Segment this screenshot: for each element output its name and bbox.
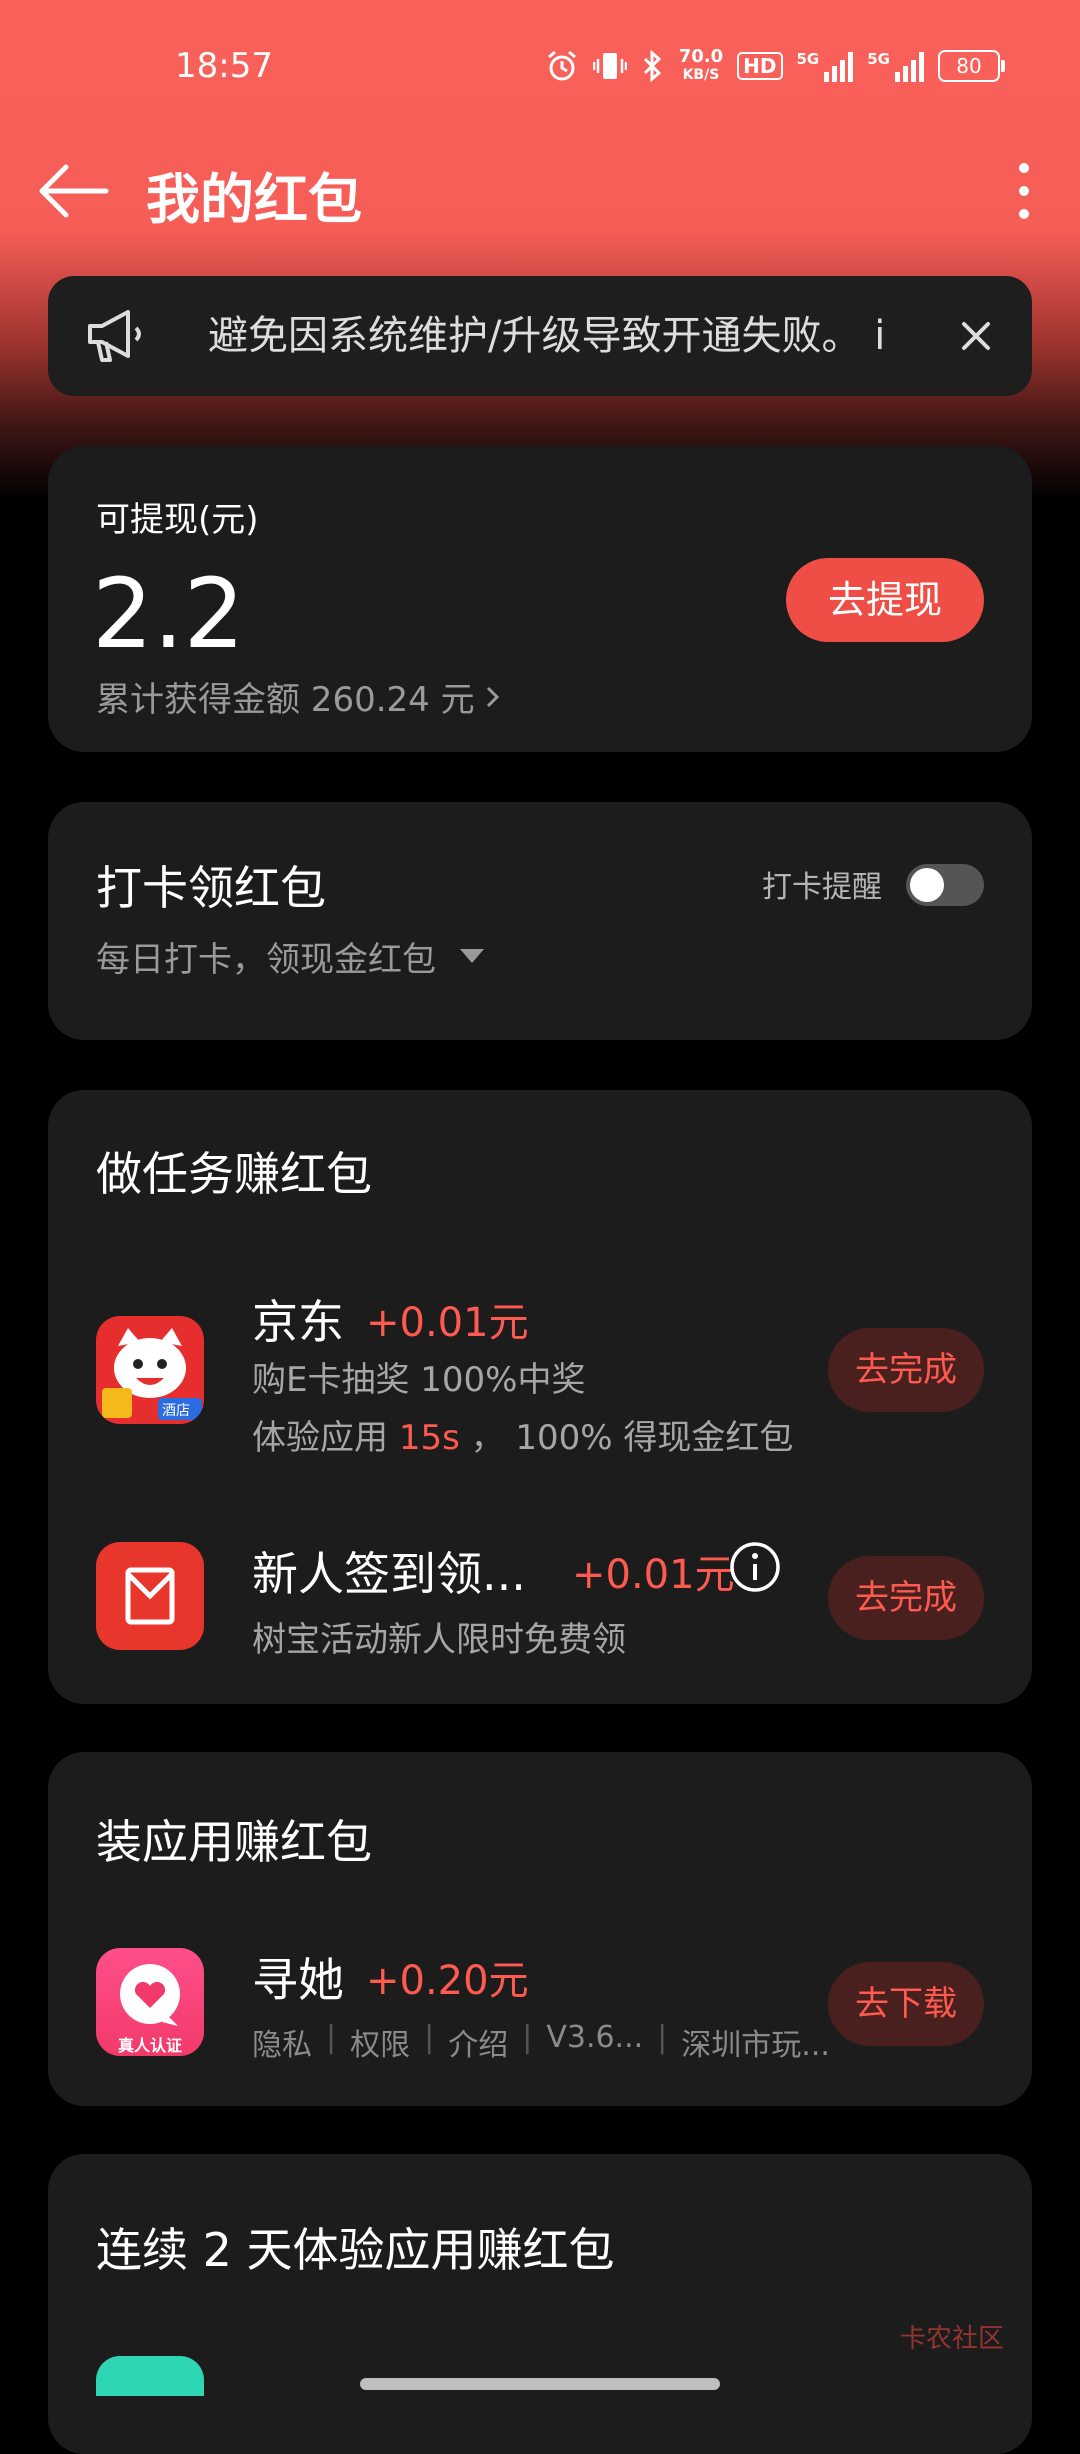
signal-icon-sim2: 5G — [867, 50, 924, 82]
xunta-icon-label: 真人认证 — [117, 2036, 182, 2055]
more-options-icon[interactable] — [1004, 163, 1044, 219]
megaphone-icon — [88, 310, 141, 362]
notice-text: 避免因系统维护/升级导致开通失败。 i — [208, 313, 886, 359]
task-desc-newuser: 树宝活动新人限时免费领 — [252, 1620, 626, 1660]
task-reward-jd: +0.01元 — [366, 1300, 529, 1346]
checkin-title: 打卡领红包 — [96, 861, 326, 915]
speed-unit: KB/S — [682, 67, 720, 83]
app-reward-xunta: +0.20元 — [366, 1958, 529, 2004]
mail-app-icon — [96, 1542, 204, 1650]
back-arrow-icon[interactable] — [36, 163, 110, 219]
withdraw-button[interactable]: 去提现 — [786, 558, 984, 642]
streak-app-icon-partial — [96, 2356, 204, 2396]
signal-icon-sim1: 5G — [797, 50, 854, 82]
jd-icon-label: 酒店 — [162, 1403, 190, 1419]
streak-title: 连续 2 天体验应用赚红包 — [96, 2223, 615, 2277]
withdrawable-amount: 2.2 — [92, 558, 245, 670]
app-bar: 我的红包 — [0, 145, 1080, 235]
task-desc-jd-1: 购E卡抽奖 100%中奖 — [252, 1360, 586, 1400]
alarm-icon — [547, 50, 576, 81]
reminder-toggle[interactable] — [906, 864, 984, 906]
task-name-newuser: 新人签到领... — [252, 1547, 526, 1601]
network-speed: 70.0 KB/S — [679, 48, 723, 84]
tasks-card: 做任务赚红包 酒店 京东 +0.01元 购E卡抽奖 100%中奖 体验应用 15… — [48, 1090, 1032, 1704]
app-version: V3.6... — [546, 2020, 644, 2055]
desc2-suffix: ， 100% 得现金红包 — [459, 1418, 794, 1458]
close-icon[interactable] — [956, 316, 996, 356]
task-desc-jd-2: 体验应用 15s ， 100% 得现金红包 — [252, 1410, 793, 1459]
task-reward-newuser: +0.01元 — [572, 1552, 735, 1598]
battery-icon: 80 — [938, 50, 1005, 82]
app-meta-row: 隐私 | 权限 | 介绍 | V3.6... | 深圳市玩... — [252, 2020, 830, 2064]
status-time: 18:57 — [175, 46, 273, 86]
vibrate-icon — [592, 53, 627, 79]
xunta-app-icon: 真人认证 — [96, 1948, 204, 2056]
hd-badge: HD — [737, 52, 783, 80]
navigation-handle[interactable] — [360, 2378, 720, 2390]
envelope-icon — [125, 1567, 175, 1625]
install-apps-card: 装应用赚红包 真人认证 寻她 +0.20元 隐私 | 权限 | 介绍 | V3.6..… — [48, 1752, 1032, 2106]
bluetooth-icon — [643, 49, 661, 83]
checkin-subtitle: 每日打卡，领现金红包 — [96, 940, 436, 980]
install-apps-title: 装应用赚红包 — [96, 1815, 372, 1869]
speed-value: 70.0 — [678, 46, 724, 67]
intro-link[interactable]: 介绍 — [448, 2020, 508, 2064]
complete-button-jd[interactable]: 去完成 — [828, 1328, 984, 1412]
balance-card: 可提现(元) 2.2 累计获得金额 260.24 元 去提现 — [48, 446, 1032, 752]
desc2-highlight: 15s — [398, 1418, 460, 1458]
sim1-label: 5G — [796, 50, 820, 68]
caret-down-icon — [460, 948, 484, 963]
complete-button-newuser[interactable]: 去完成 — [828, 1556, 984, 1640]
page-title: 我的红包 — [146, 168, 362, 231]
streak-card: 连续 2 天体验应用赚红包 — [48, 2154, 1032, 2454]
withdrawable-label: 可提现(元) — [96, 500, 259, 540]
reminder-label: 打卡提醒 — [762, 870, 882, 905]
cumulative-amount-link[interactable]: 累计获得金额 260.24 元 — [96, 672, 503, 721]
download-button-xunta[interactable]: 去下载 — [828, 1962, 984, 2046]
notice-banner: 避免因系统维护/升级导致开通失败。 i — [48, 276, 1032, 396]
jd-app-icon: 酒店 — [96, 1316, 204, 1424]
privacy-link[interactable]: 隐私 — [252, 2020, 312, 2064]
sim2-label: 5G — [867, 50, 890, 68]
watermark-logo: 卡农社区 — [900, 2324, 1005, 2354]
info-icon[interactable] — [728, 1540, 782, 1594]
app-developer: 深圳市玩... — [681, 2028, 830, 2063]
desc2-prefix: 体验应用 — [252, 1418, 399, 1458]
status-icons: 70.0 KB/S HD 5G 5G 80 — [545, 48, 1005, 84]
permissions-link[interactable]: 权限 — [350, 2020, 410, 2064]
chevron-right-icon — [486, 686, 499, 707]
status-bar: 18:57 70.0 KB/S HD 5G 5G 80 — [0, 40, 1080, 100]
checkin-subtitle-dropdown[interactable]: 每日打卡，领现金红包 — [96, 932, 484, 981]
checkin-card: 打卡领红包 每日打卡，领现金红包 打卡提醒 — [48, 802, 1032, 1040]
task-name-jd: 京东 — [252, 1295, 344, 1349]
tasks-title: 做任务赚红包 — [96, 1147, 372, 1201]
cumulative-text: 累计获得金额 260.24 元 — [96, 680, 475, 720]
app-name-xunta: 寻她 — [252, 1953, 344, 2007]
